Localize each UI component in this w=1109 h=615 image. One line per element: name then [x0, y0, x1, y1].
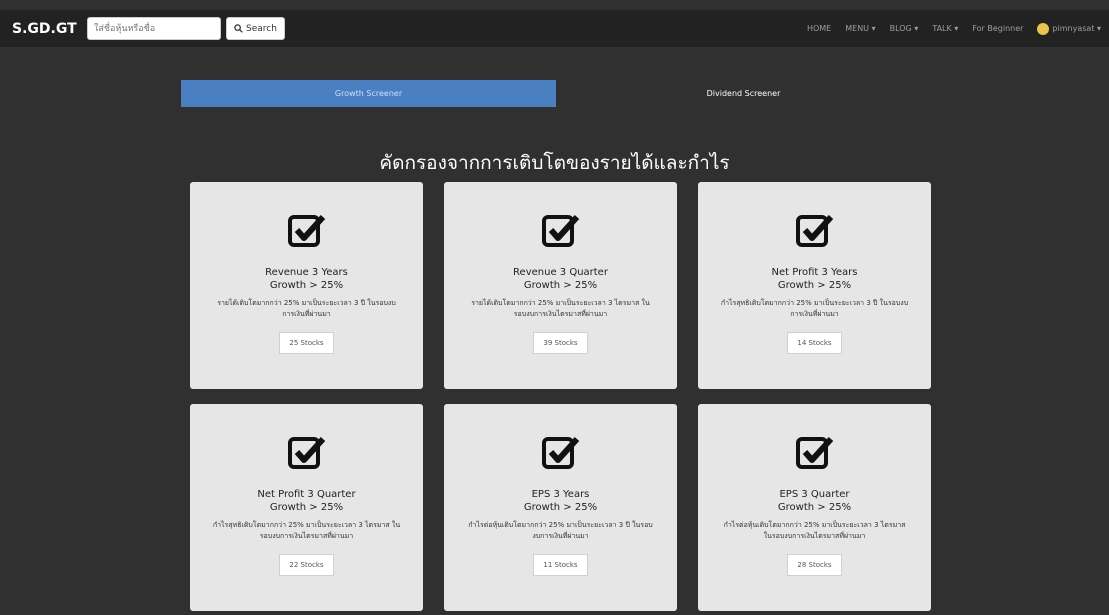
card-description: กำไรต่อหุ้นเติบโตมากกว่า 25% มาเป็นระยะเ… — [468, 521, 653, 540]
stocks-count-button[interactable]: 11 Stocks — [533, 554, 588, 576]
card-title-line: Net Profit 3 Years — [771, 267, 858, 278]
stocks-count-button[interactable]: 22 Stocks — [279, 554, 334, 576]
checkbox-checked-icon — [541, 436, 579, 469]
user-menu[interactable]: pimnyasat ▾ — [1037, 22, 1101, 35]
checkbox-checked-icon — [541, 214, 579, 247]
user-name: pimnyasat ▾ — [1052, 24, 1101, 33]
stocks-count-button[interactable]: 14 Stocks — [787, 332, 842, 354]
nav-item-menu[interactable]: MENU ▾ — [845, 24, 875, 33]
card-title: Net Profit 3 Quarter Growth > 25% — [190, 488, 423, 514]
card-title: Revenue 3 Years Growth > 25% — [190, 266, 423, 292]
card-title-line: EPS 3 Years — [531, 489, 590, 500]
card-title-line: Growth > 25% — [269, 280, 344, 291]
card-title: Net Profit 3 Years Growth > 25% — [698, 266, 931, 292]
stocks-count-button[interactable]: 28 Stocks — [787, 554, 842, 576]
card-title-line: Revenue 3 Years — [265, 267, 348, 278]
search-icon — [234, 24, 243, 33]
card-title: Revenue 3 Quarter Growth > 25% — [444, 266, 677, 292]
card-title-line: Revenue 3 Quarter — [513, 267, 608, 278]
search-button[interactable]: Search — [226, 17, 285, 40]
card-title-line: Growth > 25% — [777, 502, 852, 513]
screener-card-revenue-3-quarter: Revenue 3 Quarter Growth > 25% รายได้เติบ… — [444, 182, 677, 389]
nav-item-home[interactable]: HOME — [807, 24, 831, 33]
search-button-label: Search — [246, 23, 277, 34]
screener-card-revenue-3-years: Revenue 3 Years Growth > 25% รายได้เติบโต… — [190, 182, 423, 389]
checkbox-checked-icon — [287, 214, 325, 247]
card-description: กำไรสุทธิเติบโตมากกว่า 25% มาเป็นระยะเวล… — [212, 521, 401, 540]
top-navbar: S.GD.GT Search HOME MENU ▾ BLOG ▾ TALK ▾… — [0, 10, 1109, 47]
search-input[interactable] — [87, 17, 221, 40]
stocks-count-button[interactable]: 39 Stocks — [533, 332, 588, 354]
nav-item-blog[interactable]: BLOG ▾ — [890, 24, 919, 33]
avatar — [1037, 22, 1050, 35]
nav-item-talk[interactable]: TALK ▾ — [932, 24, 958, 33]
card-title-line: Growth > 25% — [523, 502, 598, 513]
card-title-line: Growth > 25% — [523, 280, 598, 291]
checkbox-checked-icon — [795, 214, 833, 247]
screener-card-eps-3-quarter: EPS 3 Quarter Growth > 25% กำไรต่อหุ้นเติ… — [698, 404, 931, 611]
screener-card-eps-3-years: EPS 3 Years Growth > 25% กำไรต่อหุ้นเติบโ… — [444, 404, 677, 611]
card-title-line: Growth > 25% — [777, 280, 852, 291]
screener-card-net-profit-3-years: Net Profit 3 Years Growth > 25% กำไรสุทธิ… — [698, 182, 931, 389]
card-title: EPS 3 Years Growth > 25% — [444, 488, 677, 514]
nav-menu: HOME MENU ▾ BLOG ▾ TALK ▾ For Beginner p… — [807, 22, 1101, 35]
card-title: EPS 3 Quarter Growth > 25% — [698, 488, 931, 514]
card-title-line: EPS 3 Quarter — [779, 489, 850, 500]
screener-card-net-profit-3-quarter: Net Profit 3 Quarter Growth > 25% กำไรสุท… — [190, 404, 423, 611]
page-title: คัดกรองจากการเติบโตของรายได้และกำไร — [379, 152, 730, 174]
tab-dividend-screener[interactable]: Dividend Screener — [556, 80, 931, 107]
card-description: รายได้เติบโตมากกว่า 25% มาเป็นระยะเวลา 3… — [471, 299, 650, 318]
card-description: กำไรสุทธิเติบโตมากกว่า 25% มาเป็นระยะเวล… — [720, 299, 909, 318]
checkbox-checked-icon — [287, 436, 325, 469]
card-description: กำไรต่อหุ้นเติบโตมากกว่า 25% มาเป็นระยะเ… — [723, 521, 906, 540]
tab-growth-screener[interactable]: Growth Screener — [181, 80, 556, 107]
brand-logo[interactable]: S.GD.GT — [12, 21, 77, 37]
card-title-line: Net Profit 3 Quarter — [257, 489, 356, 500]
checkbox-checked-icon — [795, 436, 833, 469]
card-title-line: Growth > 25% — [269, 502, 344, 513]
stocks-count-button[interactable]: 25 Stocks — [279, 332, 334, 354]
screener-tabs: Growth Screener Dividend Screener — [181, 80, 931, 107]
nav-item-for-beginner[interactable]: For Beginner — [972, 24, 1023, 33]
card-description: รายได้เติบโตมากกว่า 25% มาเป็นระยะเวลา 3… — [217, 299, 396, 318]
